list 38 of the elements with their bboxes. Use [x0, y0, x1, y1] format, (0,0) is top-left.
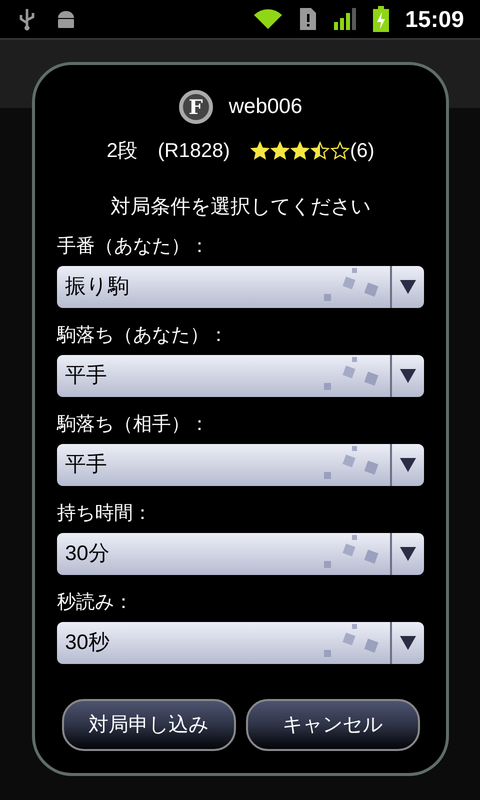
dropdown-value: 振り駒 — [64, 274, 129, 300]
star-icon — [330, 141, 350, 161]
review-count: (6) — [350, 139, 374, 164]
rank: 2段 — [106, 139, 138, 164]
dropdown[interactable]: 振り駒 — [57, 266, 424, 308]
field-label: 駒落ち（あなた）： — [57, 324, 229, 348]
battery-charging-icon — [373, 6, 390, 32]
dropdown-arrow-icon — [400, 636, 416, 650]
dialog-button[interactable]: キャンセル — [246, 699, 420, 751]
rating: (R1828) — [158, 139, 230, 164]
dropdown-value: 30秒 — [64, 630, 110, 656]
field-label: 手番（あなた）： — [57, 235, 210, 259]
prompt: 対局条件を選択してください — [110, 195, 372, 220]
dropdown-arrow-icon — [400, 458, 416, 472]
star-icon — [250, 141, 270, 161]
clock: 15:09 — [405, 4, 464, 34]
sim-alert-icon — [299, 7, 318, 31]
dropdown[interactable]: 平手 — [57, 444, 424, 486]
dropdown-value: 30分 — [64, 541, 110, 568]
star-icon — [290, 141, 310, 161]
dropdown-value: 平手 — [64, 452, 107, 478]
username: web006 — [228, 94, 302, 120]
dropdown[interactable]: 30秒 — [57, 622, 424, 664]
dropdown[interactable]: 30分 — [57, 533, 424, 575]
field-label: 駒落ち（相手）： — [57, 413, 210, 437]
star-icon — [270, 141, 290, 161]
dropdown-value: 平手 — [64, 363, 107, 390]
dropdown-arrow-icon — [400, 280, 416, 294]
dialog-button[interactable]: 対局申し込み — [62, 699, 236, 751]
signal-icon — [333, 8, 358, 30]
dropdown-arrow-icon — [400, 547, 416, 561]
field-label: 持ち時間： — [57, 502, 153, 526]
field-label: 秒読み： — [57, 591, 134, 615]
dropdown[interactable]: 平手 — [57, 355, 424, 397]
badge: F — [178, 90, 213, 124]
star-icon — [310, 141, 330, 161]
dropdown-arrow-icon — [400, 369, 416, 383]
wifi-icon — [253, 7, 284, 31]
